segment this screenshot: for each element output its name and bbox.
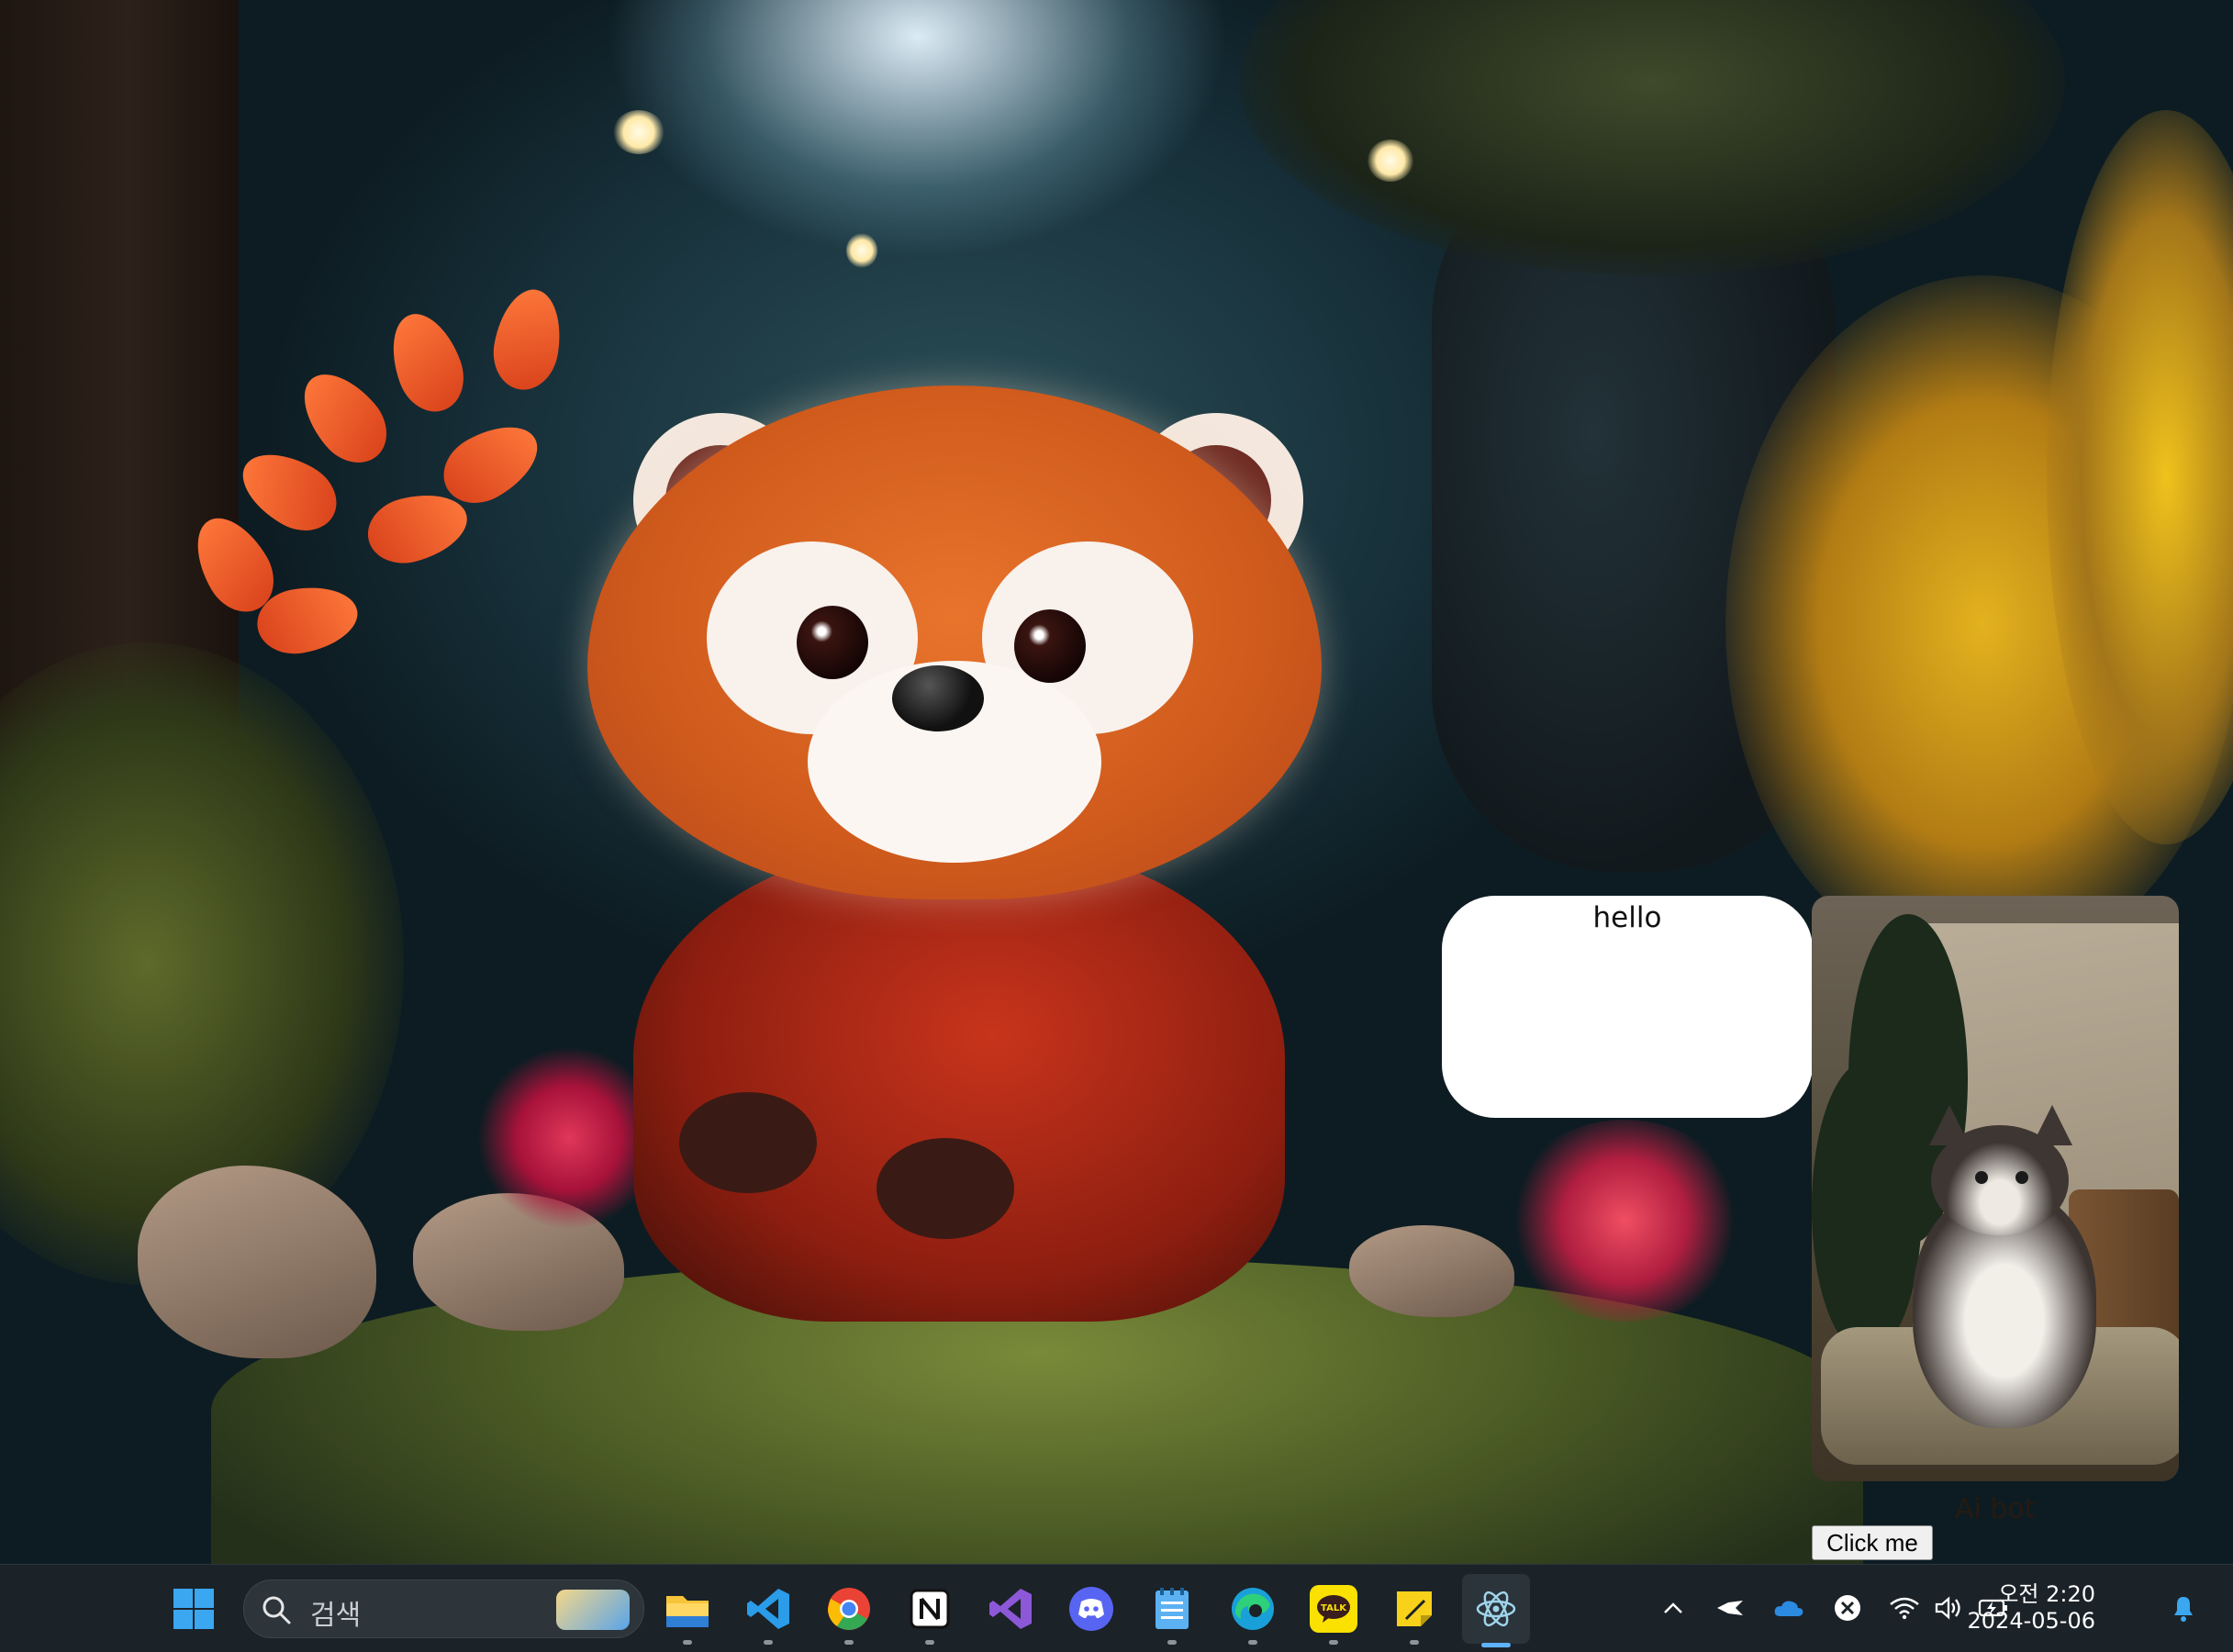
running-indicator: [925, 1640, 934, 1645]
tray-app-icon[interactable]: [1714, 1592, 1746, 1624]
red-panda-paw: [876, 1138, 1014, 1239]
speech-bubble-text: hello: [1592, 901, 1662, 934]
rock: [138, 1166, 376, 1358]
close-circle-icon[interactable]: [1832, 1592, 1863, 1624]
taskbar: 검색 TALK 오전 2:20 2024-05-06: [0, 1564, 2233, 1652]
orange-leaf: [379, 304, 475, 421]
orange-leaf: [486, 284, 569, 396]
red-panda-eye: [797, 606, 868, 679]
wifi-icon[interactable]: [1889, 1592, 1920, 1624]
click-me-button[interactable]: Click me: [1812, 1525, 1933, 1560]
photo-plant: [1812, 1061, 1922, 1355]
visual-studio-icon[interactable]: [987, 1585, 1034, 1633]
running-indicator: [764, 1640, 773, 1645]
orange-leaf: [229, 438, 350, 544]
running-indicator: [1167, 1640, 1177, 1645]
discord-icon[interactable]: [1067, 1585, 1115, 1633]
notion-icon[interactable]: [906, 1585, 954, 1633]
notepad-icon[interactable]: [1148, 1585, 1196, 1633]
start-icon[interactable]: [170, 1585, 218, 1633]
light-orb: [1368, 140, 1413, 182]
taskbar-search-box[interactable]: 검색: [243, 1579, 644, 1638]
active-app-indicator: [1481, 1643, 1511, 1647]
light-orb: [613, 110, 664, 154]
clock-date[interactable]: 2024-05-06: [1968, 1608, 2095, 1634]
volume-icon[interactable]: [1933, 1592, 1964, 1624]
red-panda-paw: [679, 1092, 817, 1193]
cat-eye: [2015, 1171, 2028, 1184]
search-icon: [262, 1596, 291, 1624]
search-placeholder: 검색: [310, 1600, 362, 1632]
running-indicator: [683, 1640, 692, 1645]
edge-icon[interactable]: [1229, 1585, 1277, 1633]
red-panda-nose: [892, 665, 984, 731]
foliage-top-right: [1239, 0, 2065, 275]
running-indicator: [1329, 1640, 1338, 1645]
speech-bubble: hello: [1442, 896, 1840, 1118]
vscode-icon[interactable]: [744, 1585, 792, 1633]
kakaotalk-label: TALK: [1321, 1603, 1347, 1613]
red-panda-body: [633, 844, 1285, 1322]
bot-label: Ai bot: [1955, 1493, 2036, 1525]
electron-app-icon[interactable]: [1472, 1585, 1520, 1633]
show-hidden-icons-chevron-icon[interactable]: [1658, 1592, 1689, 1624]
rock: [1349, 1225, 1514, 1317]
cat-head: [1931, 1125, 2069, 1235]
clock-time[interactable]: 오전 2:20: [1998, 1576, 2095, 1608]
pink-plant: [1505, 1120, 1744, 1322]
running-indicator: [1248, 1640, 1257, 1645]
chrome-icon[interactable]: [825, 1585, 873, 1633]
red-panda-eye: [1014, 609, 1086, 683]
orange-leaf: [286, 358, 402, 477]
running-indicator: [1410, 1640, 1419, 1645]
search-highlight-icon: [556, 1590, 630, 1630]
kakaotalk-icon[interactable]: TALK: [1310, 1585, 1357, 1633]
cat-eye: [1975, 1171, 1988, 1184]
running-indicator: [844, 1640, 854, 1645]
sticky-notes-icon[interactable]: [1390, 1585, 1438, 1633]
light-orb: [846, 233, 877, 268]
file-explorer-icon[interactable]: [664, 1585, 711, 1633]
onedrive-icon[interactable]: [1773, 1592, 1804, 1624]
notification-bell-icon[interactable]: [2168, 1592, 2199, 1624]
bot-avatar-photo: [1812, 896, 2179, 1481]
